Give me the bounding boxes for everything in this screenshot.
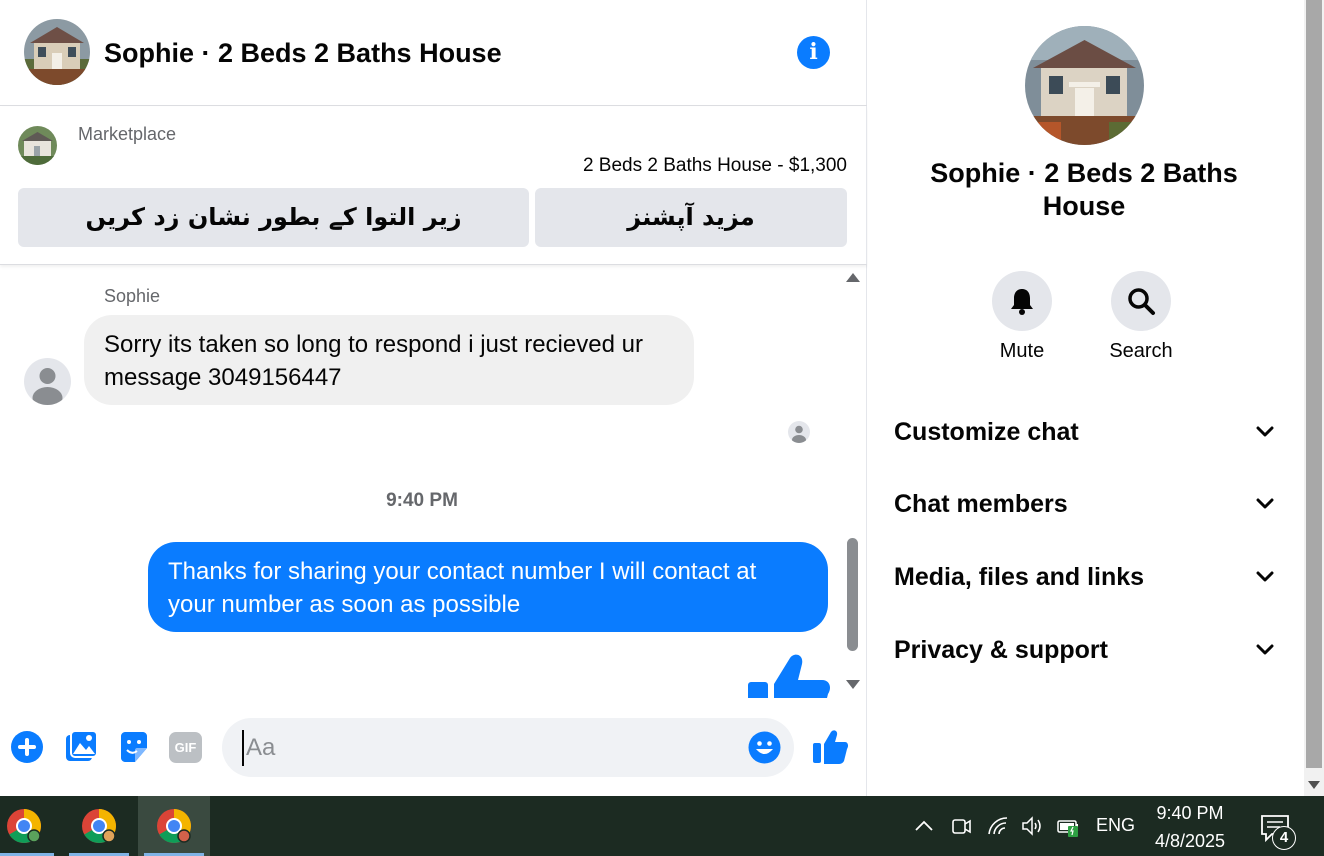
mute-button[interactable] xyxy=(992,271,1052,331)
chevron-down-icon xyxy=(1256,498,1274,509)
search-label: Search xyxy=(1109,340,1173,362)
section-label: Customize chat xyxy=(894,418,1079,446)
chat-header: Sophie · 2 Beds 2 Baths House i xyxy=(0,0,867,106)
listing-title[interactable]: 2 Beds 2 Baths House - $1,300 xyxy=(583,155,847,177)
marketplace-listing-card: Marketplace 2 Beds 2 Baths House - $1,30… xyxy=(0,107,867,265)
taskbar-chrome-app-2[interactable] xyxy=(63,796,135,856)
message-input[interactable] xyxy=(242,730,742,766)
listing-source-label: Marketplace xyxy=(78,124,177,144)
message-timestamp: 9:40 PM xyxy=(386,490,458,511)
taskbar-chrome-app-3[interactable] xyxy=(138,796,210,856)
scroll-down-arrow-icon[interactable] xyxy=(1308,780,1320,790)
volume-icon[interactable] xyxy=(1020,814,1044,838)
search-icon xyxy=(1128,288,1155,315)
panel-title: Sophie · 2 Beds 2 Baths House xyxy=(930,158,1238,221)
chrome-icon xyxy=(82,809,116,843)
windows-taskbar: ENG 9:40 PM 4/8/2025 4 xyxy=(0,796,1324,856)
sticker-icon[interactable] xyxy=(117,730,151,764)
section-label: Chat members xyxy=(894,490,1068,518)
chrome-icon xyxy=(157,809,191,843)
section-label: Privacy & support xyxy=(894,636,1108,664)
media-files-links-section[interactable]: Media, files and links xyxy=(894,557,1274,597)
chrome-icon xyxy=(7,809,41,843)
clock-time[interactable]: 9:40 PM xyxy=(1140,803,1240,824)
window-scrollbar[interactable] xyxy=(1304,0,1324,796)
message-list: Sophie Sorry its taken so long to respon… xyxy=(0,266,844,698)
language-indicator[interactable]: ENG xyxy=(1096,815,1135,836)
battery-icon[interactable] xyxy=(1056,814,1080,838)
clock-date[interactable]: 4/8/2025 xyxy=(1140,831,1240,852)
chevron-up-icon[interactable] xyxy=(912,814,936,838)
sender-name: Sophie xyxy=(104,286,161,306)
privacy-support-section[interactable]: Privacy & support xyxy=(894,630,1274,670)
scroll-up-arrow-icon[interactable] xyxy=(845,270,861,284)
bell-icon xyxy=(1011,289,1033,315)
plus-icon[interactable] xyxy=(10,730,44,764)
chevron-down-icon xyxy=(1256,644,1274,655)
more-options-button[interactable]: مزید آپشنز xyxy=(535,188,847,247)
gif-icon[interactable]: GIF xyxy=(169,732,202,763)
house-photo-icon[interactable] xyxy=(24,19,90,85)
window-scrollbar-thumb[interactable] xyxy=(1306,0,1322,768)
wifi-icon[interactable] xyxy=(986,814,1010,838)
customize-chat-section[interactable]: Customize chat xyxy=(894,412,1274,452)
conversation-info-panel: Sophie · 2 Beds 2 Baths House Mute Searc… xyxy=(868,0,1304,796)
house-photo-icon[interactable] xyxy=(1025,26,1144,145)
search-button[interactable] xyxy=(1111,271,1171,331)
chevron-down-icon xyxy=(1256,571,1274,582)
meet-now-icon[interactable] xyxy=(949,814,973,838)
section-label: Media, files and links xyxy=(894,563,1145,591)
scroll-down-arrow-icon[interactable] xyxy=(845,678,861,692)
emoji-icon[interactable] xyxy=(748,731,781,764)
sender-avatar[interactable] xyxy=(24,358,71,405)
listing-thumbnail[interactable] xyxy=(18,126,57,165)
chat-pane: Sophie · 2 Beds 2 Baths House i Marketpl… xyxy=(0,0,867,796)
photo-icon[interactable] xyxy=(64,730,98,764)
message-composer: GIF xyxy=(0,698,867,796)
sent-like-icon[interactable] xyxy=(746,652,830,698)
mark-as-pending-button[interactable]: زیر التوا کے بطور نشان زد کریں xyxy=(18,188,529,247)
taskbar-chrome-app-1[interactable] xyxy=(0,796,60,856)
info-icon[interactable]: i xyxy=(797,36,830,69)
chat-members-section[interactable]: Chat members xyxy=(894,484,1274,524)
mute-label: Mute xyxy=(999,340,1045,362)
conversation-title: Sophie · 2 Beds 2 Baths House xyxy=(104,38,502,68)
message-input-container[interactable] xyxy=(222,718,794,777)
seen-receipt-avatar xyxy=(788,421,810,443)
notification-count-badge: 4 xyxy=(1272,826,1296,850)
outgoing-message[interactable]: Thanks for sharing your contact number I… xyxy=(148,542,828,632)
thumbs-up-icon[interactable] xyxy=(812,728,849,765)
incoming-message[interactable]: Sorry its taken so long to respond i jus… xyxy=(84,315,694,405)
chevron-down-icon xyxy=(1256,426,1274,437)
message-scrollbar-thumb[interactable] xyxy=(847,538,858,651)
